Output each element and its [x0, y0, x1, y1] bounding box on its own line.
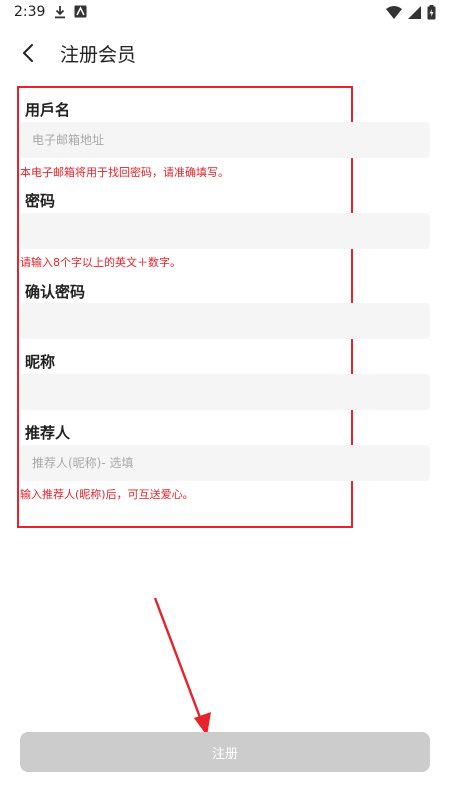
- password-hint: 请输入8个字以上的英文＋数字。: [20, 256, 181, 269]
- app-notification-icon: [74, 5, 87, 18]
- referrer-hint: 输入推荐人(昵称)后，可互送爱心。: [20, 488, 194, 501]
- nickname-input[interactable]: [20, 374, 430, 410]
- confirm-password-label: 确认密码: [25, 283, 86, 301]
- download-icon: [55, 6, 65, 19]
- wifi-icon: [386, 6, 402, 19]
- register-button[interactable]: 注册: [20, 732, 430, 772]
- status-time: 2:39: [14, 4, 46, 20]
- status-left-icons: [54, 5, 87, 19]
- back-button[interactable]: [14, 39, 42, 67]
- referrer-input[interactable]: [20, 445, 430, 481]
- header: 注册会员: [0, 30, 450, 76]
- nickname-label: 昵称: [25, 353, 56, 371]
- chevron-left-icon: [22, 44, 33, 62]
- referrer-label: 推荐人: [25, 424, 71, 442]
- password-label: 密码: [25, 192, 56, 210]
- battery-icon: [427, 5, 436, 20]
- password-input[interactable]: [20, 213, 430, 249]
- username-input[interactable]: [20, 122, 430, 158]
- status-bar: 2:39: [0, 0, 450, 26]
- page-title: 注册会员: [60, 44, 137, 66]
- confirm-password-input[interactable]: [20, 303, 430, 339]
- signal-icon: [408, 6, 421, 19]
- username-hint: 本电子邮箱将用于找回密码，请准确填写。: [20, 166, 229, 179]
- status-right-icons: [386, 5, 436, 20]
- username-label: 用戶名: [25, 101, 71, 119]
